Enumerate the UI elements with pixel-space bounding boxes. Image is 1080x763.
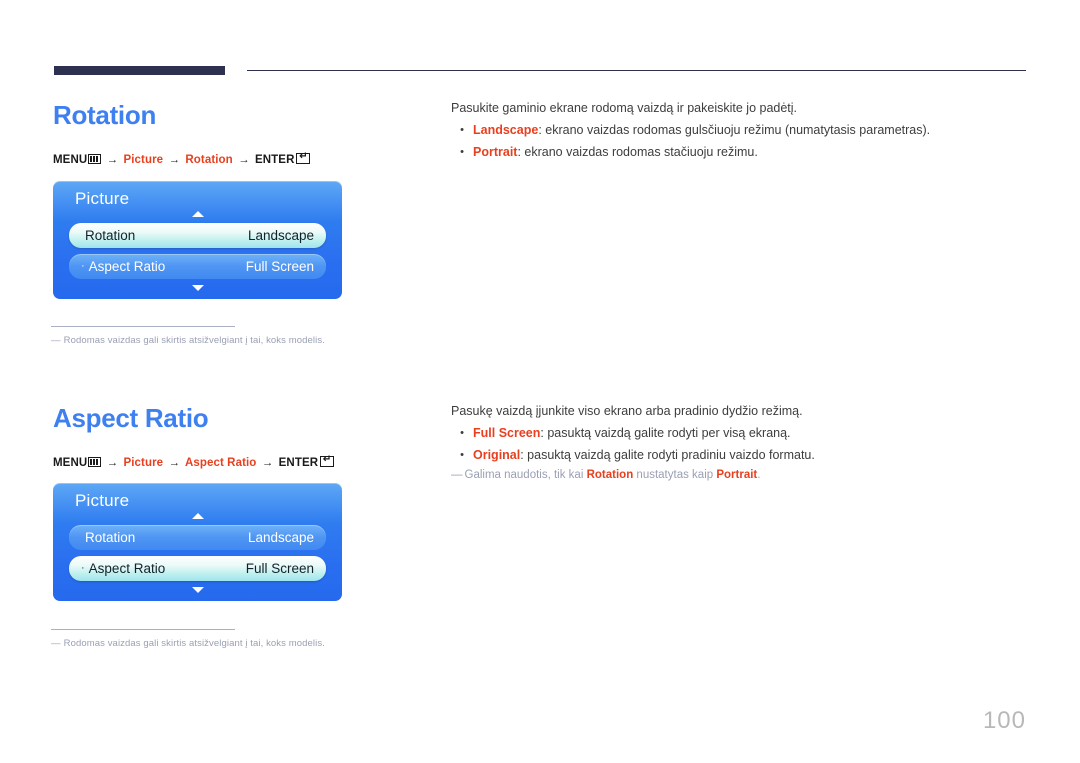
breadcrumb-arrow-2: →: [168, 457, 181, 469]
breadcrumb-rotation: MENU → Picture → Rotation → ENTER: [53, 153, 311, 166]
bullet-dot: •: [460, 146, 464, 158]
osd-row-label: Aspect Ratio: [88, 259, 166, 274]
osd-row-value: Landscape: [247, 530, 314, 545]
bullet-dot: •: [460, 427, 464, 439]
breadcrumb-arrow-3: →: [261, 457, 274, 469]
breadcrumb-step-aspect-ratio: Aspect Ratio: [184, 457, 257, 469]
breadcrumb-step-picture: Picture: [123, 154, 164, 166]
body-note: ― Galima naudotis, tik kai Rotation nusta…: [451, 469, 1031, 481]
header-rule: [247, 70, 1026, 71]
breadcrumb-arrow-2: →: [168, 154, 181, 166]
bullet-term: Portrait: [473, 145, 518, 159]
osd-row-label: Rotation: [85, 228, 136, 243]
footnote-rule: [51, 326, 235, 327]
osd-row-bullet: ·: [81, 562, 85, 574]
footnote-aspect-ratio: ― Rodomas vaizdas gali skirtis atsižvelgi…: [51, 638, 325, 649]
note-term-rotation: Rotation: [586, 469, 634, 481]
osd-row-aspect-ratio[interactable]: · Aspect Ratio Full Screen: [69, 556, 326, 581]
osd-row-rotation[interactable]: Rotation Landscape: [69, 525, 326, 550]
bullet-dot: •: [460, 449, 464, 461]
note-term-portrait: Portrait: [716, 469, 758, 481]
body-rotation: Pasukite gaminio ekrane rodomą vaizdą ir…: [451, 101, 1031, 166]
bullet-text: : ekrano vaizdas rodomas gulsčiuoju reži…: [538, 123, 931, 137]
bullet-item: • Landscape: ekrano vaizdas rodomas guls…: [451, 122, 1031, 138]
footnote-dash: ―: [51, 638, 61, 649]
page-title-aspect-ratio: Aspect Ratio: [53, 403, 209, 433]
breadcrumb-arrow-1: →: [106, 154, 119, 166]
bullet-text: : pasuktą vaizdą galite rodyti per visą …: [540, 426, 791, 440]
breadcrumb-arrow-1: →: [106, 457, 119, 469]
breadcrumb-arrow-3: →: [238, 154, 250, 166]
bullet-dot: •: [460, 124, 464, 136]
note-post: .: [757, 469, 761, 481]
page-number: 100: [982, 707, 1026, 734]
osd-menu-rotation: Picture Rotation Landscape · Aspect Rati…: [53, 181, 342, 299]
osd-title: Picture: [75, 491, 130, 510]
body-lead: Pasukę vaizdą įjunkite viso ekrano arba …: [451, 404, 803, 418]
osd-row-bullet: ·: [81, 260, 85, 272]
breadcrumb-enter-label: ENTER: [278, 457, 319, 469]
body-aspect-ratio: Pasukę vaizdą įjunkite viso ekrano arba …: [451, 404, 1031, 481]
breadcrumb-step-rotation: Rotation: [185, 154, 233, 166]
breadcrumb-menu-label: MENU: [53, 457, 88, 469]
triangle-up-icon[interactable]: [191, 211, 204, 217]
menu-grid-icon: [88, 457, 102, 467]
manual-page: Rotation MENU → Picture → Rotation → ENT…: [0, 0, 1080, 763]
triangle-up-icon[interactable]: [191, 513, 204, 519]
osd-menu-aspect-ratio: Picture Rotation Landscape · Aspect Rati…: [53, 483, 342, 601]
breadcrumb-step-picture: Picture: [123, 457, 164, 469]
triangle-down-icon[interactable]: [191, 285, 204, 291]
osd-row-label: Aspect Ratio: [88, 561, 166, 576]
footnote-rule: [51, 629, 235, 630]
bullet-term: Original: [473, 448, 521, 462]
breadcrumb-enter-label: ENTER: [255, 154, 295, 166]
header-accent-bar: [54, 66, 225, 75]
note-mid: nustatytas kaip: [633, 469, 717, 481]
triangle-down-icon[interactable]: [191, 587, 204, 593]
bullet-item: • Full Screen: pasuktą vaizdą galite rod…: [451, 425, 1031, 441]
osd-title: Picture: [75, 189, 130, 208]
bullet-text: : ekrano vaizdas rodomas stačiuoju režim…: [517, 145, 758, 159]
enter-key-icon: [296, 153, 311, 164]
enter-key-icon: [320, 456, 335, 467]
osd-row-aspect-ratio[interactable]: · Aspect Ratio Full Screen: [69, 254, 326, 279]
page-title-rotation: Rotation: [53, 100, 157, 130]
body-lead: Pasukite gaminio ekrane rodomą vaizdą ir…: [451, 101, 798, 115]
note-pre: Galima naudotis, tik kai: [464, 469, 587, 481]
bullet-term: Full Screen: [473, 426, 541, 440]
breadcrumb-aspect-ratio: MENU → Picture → Aspect Ratio → ENTER: [53, 456, 335, 469]
osd-row-value: Full Screen: [245, 259, 314, 274]
osd-row-label: Rotation: [85, 530, 136, 545]
bullet-term: Landscape: [473, 123, 539, 137]
menu-grid-icon: [88, 154, 102, 164]
note-dash: ―: [451, 469, 463, 481]
footnote-rotation: ― Rodomas vaizdas gali skirtis atsižvelgi…: [51, 335, 325, 346]
breadcrumb-menu-label: MENU: [53, 154, 88, 166]
bullet-text: : pasuktą vaizdą galite rodyti pradiniu …: [520, 448, 815, 462]
osd-row-rotation[interactable]: Rotation Landscape: [69, 223, 326, 248]
bullet-item: • Portrait: ekrano vaizdas rodomas stači…: [451, 144, 1031, 160]
bullet-item: • Original: pasuktą vaizdą galite rodyti…: [451, 447, 1031, 463]
footnote-text: Rodomas vaizdas gali skirtis atsižvelgia…: [63, 335, 325, 346]
osd-row-value: Full Screen: [245, 561, 314, 576]
osd-row-value: Landscape: [247, 228, 314, 243]
footnote-dash: ―: [51, 335, 61, 346]
footnote-text: Rodomas vaizdas gali skirtis atsižvelgia…: [63, 638, 325, 649]
